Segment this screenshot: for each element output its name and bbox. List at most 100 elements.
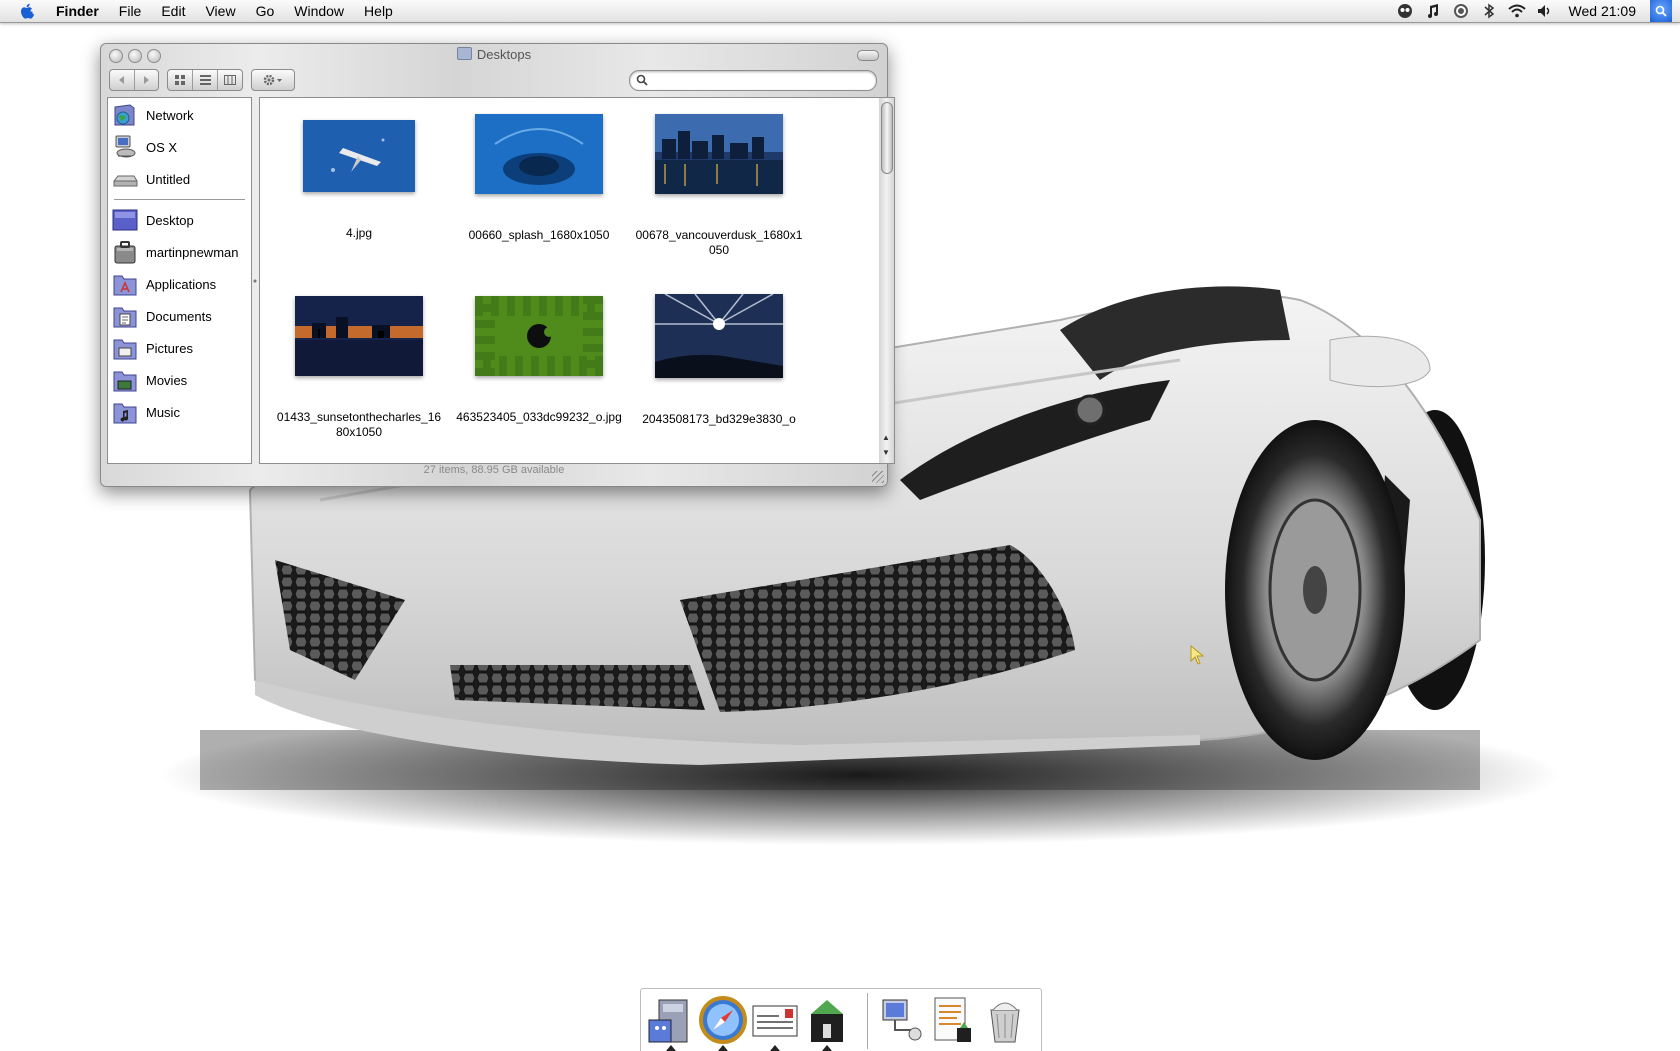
running-indicator xyxy=(822,1045,832,1051)
wifi-icon[interactable] xyxy=(1507,2,1527,20)
menu-view[interactable]: View xyxy=(195,0,245,22)
file-name: 2043508173_bd329e3830_o xyxy=(642,412,796,426)
scroll-down-arrow-icon[interactable]: ▼ xyxy=(882,448,890,457)
sidebar-item-home[interactable]: martinpnewman xyxy=(108,237,251,267)
city-dusk-thumbnail xyxy=(655,114,783,194)
safari-icon[interactable] xyxy=(697,994,749,1046)
forward-button[interactable] xyxy=(135,70,159,90)
sidebar-item-music[interactable]: Music xyxy=(108,397,251,427)
scroll-up-arrow-icon[interactable]: ▲ xyxy=(882,433,890,442)
menu-edit[interactable]: Edit xyxy=(151,0,195,22)
menu-go[interactable]: Go xyxy=(246,0,285,22)
search-input[interactable] xyxy=(652,72,871,89)
scrollbar-thumb[interactable] xyxy=(881,102,893,174)
documents-folder-icon xyxy=(113,307,137,328)
sunset-river-thumbnail xyxy=(295,296,423,376)
hard-drive-icon xyxy=(113,175,138,187)
file-item[interactable]: 00678_vancouverdusk_1680x1050 xyxy=(634,114,804,258)
column-view-button[interactable] xyxy=(218,70,242,90)
sidebar-splitter[interactable] xyxy=(252,97,258,462)
file-item[interactable]: 01433_sunsetonthecharles_1680x1050 xyxy=(274,296,444,440)
menu-extras: Wed 21:09 xyxy=(1391,0,1680,22)
sidebar-item-desktop[interactable]: Desktop xyxy=(108,205,251,235)
growl-icon[interactable] xyxy=(1395,2,1415,20)
sidebar-item-label: martinpnewman xyxy=(146,244,239,260)
bluetooth-icon[interactable] xyxy=(1479,2,1499,20)
back-arrow-icon xyxy=(118,76,124,84)
forward-arrow-icon xyxy=(144,76,150,84)
network-globe-icon xyxy=(114,104,135,126)
list-view-button[interactable] xyxy=(193,70,218,90)
sidebar-divider xyxy=(114,199,245,200)
toolbar-toggle-button[interactable] xyxy=(857,50,879,61)
gear-icon xyxy=(263,74,282,86)
pictures-folder-icon xyxy=(113,339,137,360)
water-splash-thumbnail xyxy=(475,114,603,194)
search-icon xyxy=(636,74,648,86)
icon-view-icon xyxy=(174,75,185,85)
sidebar-item-untitled[interactable]: Untitled xyxy=(108,164,251,194)
file-item[interactable]: 2043508173_bd329e3830_o xyxy=(634,294,804,427)
sidebar-item-movies[interactable]: Movies xyxy=(108,365,251,395)
list-view-icon xyxy=(199,75,211,85)
resize-handle[interactable] xyxy=(872,471,884,483)
desktop-icon xyxy=(112,209,138,231)
network-utility-icon[interactable] xyxy=(875,994,927,1046)
sidebar-item-label: Untitled xyxy=(146,171,191,187)
menu-window[interactable]: Window xyxy=(284,0,354,22)
window-title-text: Desktops xyxy=(476,47,532,62)
lighthouse-thumbnail xyxy=(655,294,783,378)
activity-log-icon[interactable] xyxy=(927,994,979,1046)
finder-sidebar: Network OS X Untitled Desktop martinpnew… xyxy=(107,97,252,464)
menu-bar: Finder File Edit View Go Window Help Wed… xyxy=(0,0,1680,23)
file-item[interactable]: 463523405_033dc99232_o.jpg xyxy=(454,296,624,425)
column-view-icon xyxy=(224,75,236,85)
sidebar-item-label: Desktop xyxy=(146,212,194,228)
splitter-grip-icon xyxy=(253,279,257,283)
sync-icon[interactable] xyxy=(1451,2,1471,20)
volume-icon[interactable] xyxy=(1535,2,1555,20)
sidebar-item-pictures[interactable]: Pictures xyxy=(108,333,251,363)
file-item[interactable]: 4.jpg xyxy=(274,120,444,241)
action-button[interactable] xyxy=(251,69,295,91)
sidebar-item-network[interactable]: Network xyxy=(108,100,251,130)
green-apple-thumbnail xyxy=(475,296,603,376)
icon-view-button[interactable] xyxy=(168,70,193,90)
sidebar-item-label: Network xyxy=(146,107,194,123)
music-folder-icon xyxy=(113,403,137,424)
sidebar-item-documents[interactable]: Documents xyxy=(108,301,251,331)
file-name: 00678_vancouverdusk_1680x1050 xyxy=(635,228,803,257)
menu-file[interactable]: File xyxy=(109,0,152,22)
window-status-bar: 27 items, 88.95 GB available xyxy=(423,464,565,476)
menu-clock[interactable]: Wed 21:09 xyxy=(1569,3,1636,19)
menu-help[interactable]: Help xyxy=(354,0,403,22)
folder-icon xyxy=(456,47,472,60)
back-forward-control xyxy=(109,69,159,91)
running-indicator xyxy=(666,1045,676,1051)
running-indicator xyxy=(770,1045,780,1051)
computer-disk-icon xyxy=(115,135,136,158)
applications-folder-icon xyxy=(113,275,137,296)
sidebar-item-label: Pictures xyxy=(146,340,193,356)
running-indicator xyxy=(718,1045,728,1051)
movies-folder-icon xyxy=(113,371,137,392)
trash-icon[interactable] xyxy=(979,994,1031,1046)
sidebar-item-applications[interactable]: Applications xyxy=(108,269,251,299)
window-titlebar[interactable]: Desktops xyxy=(101,44,887,66)
window-title: Desktops xyxy=(101,47,887,62)
file-name: 463523405_033dc99232_o.jpg xyxy=(456,410,622,424)
menu-finder[interactable]: Finder xyxy=(50,0,109,22)
sidebar-item-label: Applications xyxy=(146,276,217,292)
finder-icon[interactable] xyxy=(645,994,697,1046)
search-field[interactable] xyxy=(629,70,877,91)
vertical-scrollbar[interactable]: ▲ ▼ xyxy=(879,97,895,464)
sidebar-item-os-x[interactable]: OS X xyxy=(108,132,251,162)
file-name: 00660_splash_1680x1050 xyxy=(468,228,610,242)
back-button[interactable] xyxy=(110,70,135,90)
utility-icon[interactable] xyxy=(801,994,853,1046)
apple-menu-icon[interactable] xyxy=(18,2,36,20)
file-item[interactable]: 00660_splash_1680x1050 xyxy=(454,114,624,243)
mail-icon[interactable] xyxy=(749,994,801,1046)
spotlight-icon[interactable] xyxy=(1650,0,1672,22)
itunes-icon[interactable] xyxy=(1423,2,1443,20)
